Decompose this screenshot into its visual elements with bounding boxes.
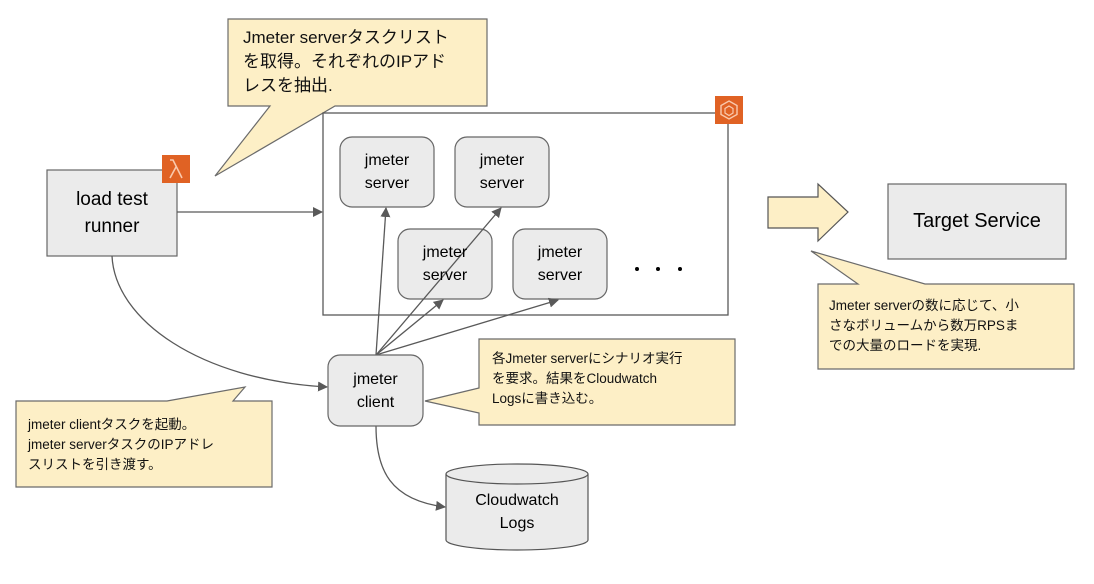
jmeter-server-label-1: jmeter server [364,152,410,192]
edge-runner-to-client [111,255,328,392]
jmeter-server-label-3: jmeter server [422,244,468,284]
jmeter-server-label-4: jmeter server [537,244,583,284]
jmeter-server-label-2: jmeter server [479,152,525,192]
edge-client-to-logs [375,425,446,511]
target-service-label: Target Service [913,210,1041,232]
callout-launch-client-text: jmeter clientタスクを起動。 jmeter serverタスクのIP… [28,417,215,472]
cloudwatch-logs-label: Cloudwatch Logs [475,492,559,532]
jmeter-client-label: jmeter client [353,370,398,411]
load-test-runner-label: load test runner [76,189,148,237]
load-direction-arrow [767,182,849,243]
callout-top-text: Jmeter serverタスクリスト を取得。それぞれのIPアド レスを抽出. [243,28,449,95]
aws-ecs-icon [715,96,743,124]
callout-client-request-text: 各Jmeter serverにシナリオ実行 を要求。結果をCloudwatch … [492,351,683,406]
callout-scale-text: Jmeter serverの数に応じて、小 さなボリュームから数万RPSま での… [829,298,1019,353]
